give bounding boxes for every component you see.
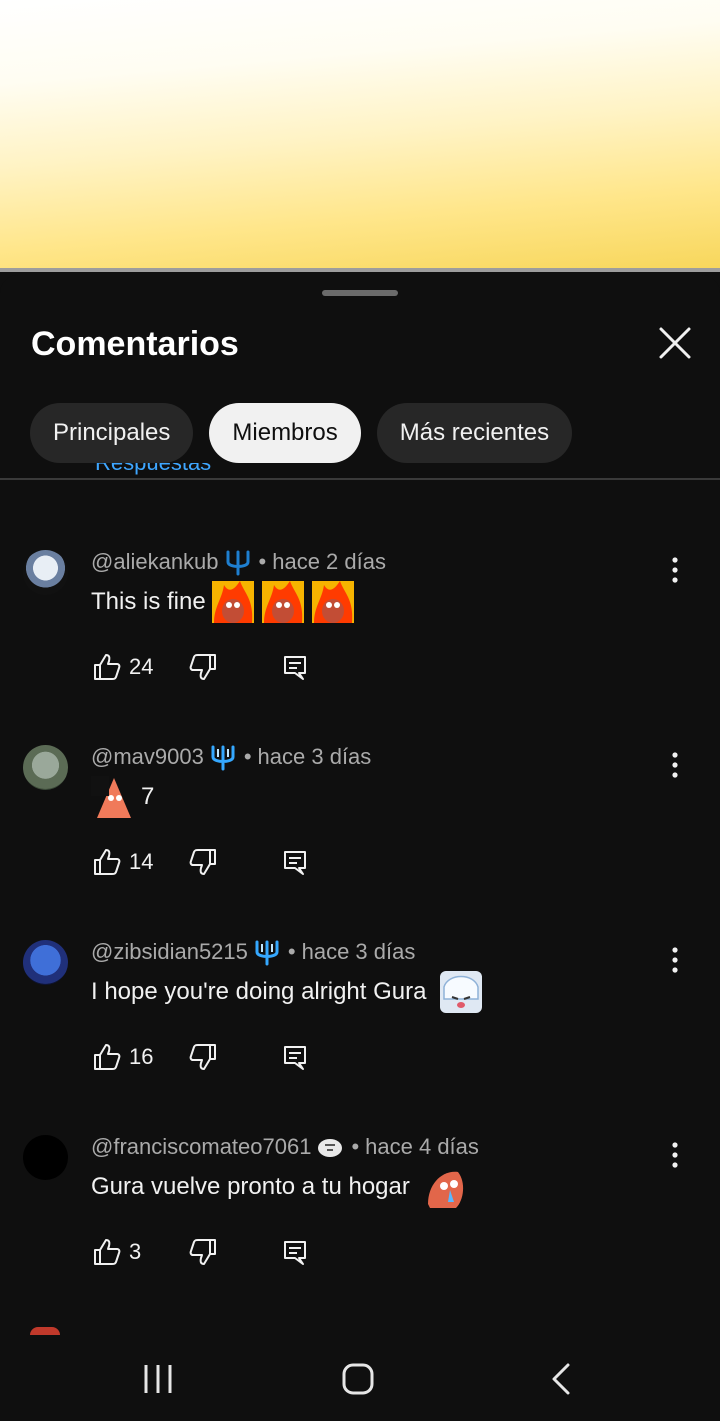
reply-icon[interactable] xyxy=(281,1238,309,1266)
sort-chips: Principales Miembros Más recientes xyxy=(30,403,573,463)
comment-body: I hope you're doing alright Gura xyxy=(91,967,484,1017)
comment-time: hace 3 días xyxy=(257,744,372,769)
divider xyxy=(0,478,720,480)
fire-emote-icon xyxy=(261,581,304,623)
avatar[interactable] xyxy=(23,1135,68,1180)
like-icon[interactable] xyxy=(91,651,123,683)
comment-actions: 14 xyxy=(91,842,309,882)
back-icon[interactable] xyxy=(542,1359,582,1399)
fire-emote-icon xyxy=(211,581,254,623)
member-badge-trident-icon xyxy=(226,550,250,576)
system-nav-bar xyxy=(0,1335,720,1421)
replies-link-partial[interactable]: Respuestas xyxy=(95,463,211,487)
comment-time: hace 2 días xyxy=(272,549,386,574)
comment-meta: @mav9003 • hace 3 días xyxy=(91,742,371,772)
separator-dot: • xyxy=(258,549,267,574)
recent-apps-icon[interactable] xyxy=(138,1359,178,1399)
avatar[interactable] xyxy=(23,940,68,985)
like-icon[interactable] xyxy=(91,1236,123,1268)
like-count: 24 xyxy=(129,654,154,679)
like-icon[interactable] xyxy=(91,846,123,878)
reply-icon[interactable] xyxy=(281,653,309,681)
avatar[interactable] xyxy=(23,745,68,790)
member-badge-trident-icon xyxy=(255,940,279,966)
fire-emote-icon xyxy=(311,581,354,623)
more-options-icon[interactable] xyxy=(662,1140,688,1170)
like-count: 3 xyxy=(129,1239,142,1264)
dislike-icon[interactable] xyxy=(187,651,219,683)
comment-author[interactable]: @mav9003 xyxy=(91,744,204,770)
like-icon[interactable] xyxy=(91,1041,123,1073)
avatar[interactable] xyxy=(23,550,68,595)
comment-time: hace 4 días xyxy=(365,1134,479,1159)
patrick-emote-icon xyxy=(91,776,131,818)
separator-dot: • xyxy=(287,939,296,964)
comment-body: Gura vuelve pronto a tu hogar xyxy=(91,1162,468,1212)
comment-author[interactable]: @franciscomateo7061 xyxy=(91,1134,311,1160)
chip-principales[interactable]: Principales xyxy=(30,403,194,463)
comment-meta: @franciscomateo7061 • hace 4 días xyxy=(91,1132,479,1162)
comment-text: I hope you're doing alright Gura xyxy=(91,978,427,1005)
comment-item: @zibsidian5215 • hace 3 días I hope you're … xyxy=(0,937,720,1132)
like-count: 16 xyxy=(129,1044,154,1069)
comment-text: Gura vuelve pronto a tu hogar xyxy=(91,1173,410,1200)
crying-emote-icon xyxy=(427,1171,463,1208)
comment-item: @mav9003 • hace 3 días 7 14 xyxy=(0,742,720,937)
close-icon[interactable] xyxy=(653,321,697,365)
more-options-icon[interactable] xyxy=(662,945,688,975)
page-title: Comentarios xyxy=(31,325,239,363)
comment-time: hace 3 días xyxy=(301,939,416,964)
comment-actions: 24 xyxy=(91,647,309,687)
member-badge-trident-icon xyxy=(211,745,235,771)
like-count: 14 xyxy=(129,849,154,874)
member-badge-shark-icon xyxy=(318,1139,343,1157)
reply-icon[interactable] xyxy=(281,1043,309,1071)
chip-mas-recientes[interactable]: Más recientes xyxy=(376,403,573,463)
home-icon[interactable] xyxy=(338,1359,378,1399)
comment-item: @franciscomateo7061 • hace 4 días Gura vuel… xyxy=(0,1132,720,1327)
separator-dot: • xyxy=(243,744,252,769)
comment-author[interactable]: @zibsidian5215 xyxy=(91,939,248,965)
more-options-icon[interactable] xyxy=(662,750,688,780)
comment-text: 7 xyxy=(141,783,155,810)
comment-text: This is fine xyxy=(91,588,206,615)
drag-handle[interactable] xyxy=(322,290,398,296)
dislike-icon[interactable] xyxy=(187,1236,219,1268)
dislike-icon[interactable] xyxy=(187,1041,219,1073)
avatar-partial xyxy=(30,1327,60,1335)
separator-dot: • xyxy=(351,1134,360,1159)
comment-body: 7 xyxy=(91,772,154,822)
comment-meta: @aliekankub • hace 2 días xyxy=(91,547,386,577)
gura-emote-icon xyxy=(440,971,483,1013)
comment-author[interactable]: @aliekankub xyxy=(91,549,219,575)
reply-icon[interactable] xyxy=(281,848,309,876)
comment-body: This is fine xyxy=(91,577,356,627)
comment-item: @aliekankub • hace 2 días This is fine 24 xyxy=(0,547,720,742)
chip-miembros[interactable]: Miembros xyxy=(209,403,361,463)
more-options-icon[interactable] xyxy=(662,555,688,585)
video-player[interactable] xyxy=(0,0,720,272)
comment-actions: 3 xyxy=(91,1232,309,1272)
dislike-icon[interactable] xyxy=(187,846,219,878)
comment-meta: @zibsidian5215 • hace 3 días xyxy=(91,937,415,967)
comment-actions: 16 xyxy=(91,1037,309,1077)
